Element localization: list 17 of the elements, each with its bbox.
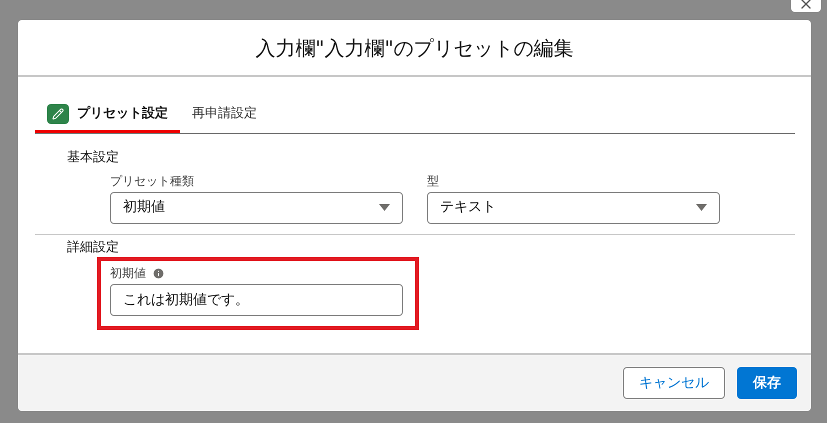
select-field[interactable]: テキスト bbox=[427, 192, 720, 224]
input-field[interactable]: これは初期値です。 bbox=[110, 284, 403, 316]
caret-icon bbox=[379, 204, 390, 211]
section-title: 基本設定 bbox=[67, 149, 120, 167]
pencil-icon bbox=[47, 104, 69, 124]
caret-icon bbox=[696, 204, 707, 211]
dialog-title: 入力欄"入力欄"のプリセットの編集 bbox=[255, 34, 574, 62]
select-field[interactable]: 初期値 bbox=[110, 192, 403, 224]
tab[interactable]: 再申請設定 bbox=[180, 97, 269, 133]
tab[interactable]: プリセット設定 bbox=[35, 97, 180, 133]
info-icon bbox=[152, 266, 165, 280]
field-label: 初期値 bbox=[110, 265, 146, 282]
field-label: 型 bbox=[427, 172, 439, 190]
field-label: プリセット種類 bbox=[110, 172, 194, 190]
save-button[interactable]: 保存 bbox=[737, 367, 797, 399]
section-title: 詳細設定 bbox=[67, 238, 120, 256]
cancel-button[interactable]: キャンセル bbox=[623, 367, 725, 399]
